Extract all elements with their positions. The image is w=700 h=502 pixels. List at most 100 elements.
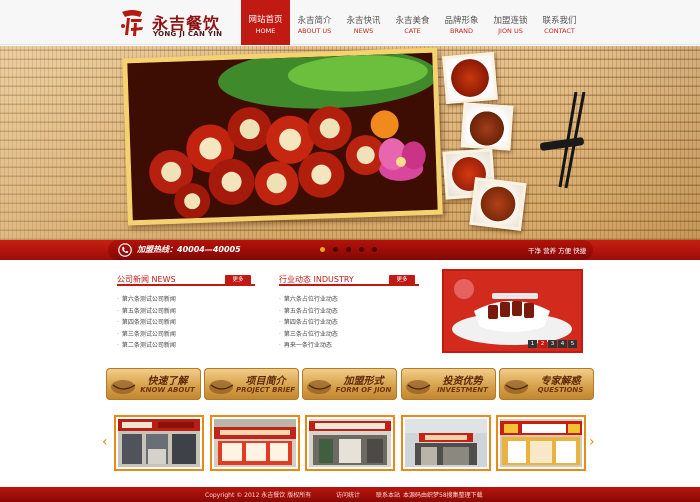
store-photo[interactable]	[496, 415, 586, 471]
feature-label-en: INVESTMENT	[437, 386, 488, 394]
slogan: 干净 营养 方便 快捷	[528, 247, 587, 255]
storefront-illustration	[214, 419, 296, 467]
hero-banner	[0, 46, 700, 240]
form-of-join-button[interactable]: 加盟形式 FORM OF JION	[302, 368, 397, 400]
banner-thumb	[442, 51, 498, 105]
thumb-image	[445, 55, 495, 101]
nav-item-about[interactable]: 永吉简介 ABOUT US	[290, 0, 339, 45]
investment-button[interactable]: 投资优势 INVESTMENT	[401, 368, 496, 400]
nav-item-contact[interactable]: 联系我们 CONTACT	[535, 0, 584, 45]
banner-thumb	[460, 102, 514, 151]
store-image	[500, 419, 582, 467]
news-more-button[interactable]: 更多	[225, 275, 251, 285]
page-3-button[interactable]: 3	[548, 340, 557, 348]
list-item[interactable]: · 第三条测试公司新闻	[117, 329, 176, 339]
nav-label: 永吉美食	[395, 16, 430, 26]
industry-more-button[interactable]: 更多	[389, 275, 415, 285]
slide-dot[interactable]	[320, 247, 325, 252]
bullet: ·	[279, 307, 281, 315]
phone-icon	[118, 243, 132, 257]
nav-item-cate[interactable]: 永吉美食 CATE	[388, 0, 437, 45]
storefront-illustration	[118, 419, 200, 467]
banner-main-photo	[122, 47, 443, 226]
header: 永吉餐饮 YONG JI CAN YIN 网站首页 HOME 永吉简介 ABOU…	[0, 0, 700, 45]
store-photo[interactable]	[401, 415, 491, 471]
news-list: · 第六条测试公司新闻 · 第五条测试公司新闻 · 第四条测试公司新闻 · 第三条测试公…	[117, 294, 255, 354]
list-item[interactable]: · 第二条测试公司新闻	[117, 340, 176, 350]
list-item[interactable]: · 第五条占位行业动态	[279, 306, 338, 316]
industry-item-text: 再来一条行业动态	[283, 342, 332, 349]
bullet: ·	[117, 342, 119, 349]
thumb-image	[463, 105, 511, 148]
promo-pagination: 1 2 3 4 5	[528, 340, 578, 348]
nav-item-brand[interactable]: 品牌形象 BRAND	[437, 0, 486, 45]
news-header: 公司新闻 NEWS 更多	[117, 274, 255, 286]
feature-label: 专家解惑	[540, 376, 581, 387]
bullet: ·	[279, 319, 281, 326]
page-4-button[interactable]: 4	[558, 340, 567, 348]
industry-item-text: 第六条占位行业动态	[283, 296, 338, 303]
slide-dot[interactable]	[346, 247, 351, 252]
list-item[interactable]: · 第四条占位行业动态	[279, 317, 338, 327]
feature-label-en: PROJECT BRIEF	[235, 386, 296, 394]
feature-label-en: QUESTIONS	[537, 386, 584, 394]
nav-item-home[interactable]: 网站首页 HOME	[241, 0, 290, 45]
list-item[interactable]: · 第五条测试公司新闻	[117, 306, 176, 316]
bullet: ·	[117, 296, 119, 303]
nav-item-join[interactable]: 加盟连锁 JION US	[486, 0, 535, 45]
nav-label: 永吉简介	[297, 16, 332, 26]
feature-label: 项目简介	[245, 376, 286, 387]
brand-name-en: YONG JI CAN YIN	[153, 30, 223, 38]
industry-item-text: 第三条占位行业动态	[283, 330, 338, 338]
news-item-text: 第五条测试公司新闻	[121, 307, 176, 315]
bullet: ·	[279, 296, 281, 303]
bullet: ·	[117, 330, 119, 338]
nav-label-en: HOME	[255, 27, 276, 35]
food-illustration	[127, 52, 438, 221]
nav-item-news[interactable]: 永吉快讯 NEWS	[339, 0, 388, 45]
slide-dot[interactable]	[333, 247, 338, 252]
store-photo[interactable]	[305, 415, 395, 471]
nav-label: 永吉快讯	[346, 16, 381, 26]
news-item-text: 第三条测试公司新闻	[121, 330, 176, 338]
feature-label: 投资优势	[442, 376, 483, 387]
industry-list: · 第六条占位行业动态 · 第五条占位行业动态 · 第四条占位行业动态 · 第三条占位行…	[279, 294, 419, 354]
list-item[interactable]: · 第六条占位行业动态	[279, 294, 338, 304]
list-item[interactable]: · 第四条测试公司新闻	[117, 317, 176, 327]
store-image	[118, 419, 200, 467]
source-text: 本源码由织梦58搜集整理下载	[403, 492, 483, 499]
gallery-prev-arrow-icon[interactable]: ‹	[102, 434, 108, 450]
footer-link-contact[interactable]: 联系本站	[376, 492, 400, 499]
slide-dot[interactable]	[372, 247, 377, 252]
news-item-text: 第二条测试公司新闻	[121, 342, 176, 349]
promo-slideshow[interactable]: 1 2 3 4 5	[442, 269, 583, 353]
hotline-text: 加盟热线：40004—40005	[137, 245, 241, 254]
logo[interactable]: 永吉餐饮 YONG JI CAN YIN	[118, 8, 258, 40]
nav-label-en: ABOUT US	[297, 27, 332, 35]
footer-link-stats[interactable]: 访问统计	[336, 492, 360, 499]
nav-label-en: CATE	[404, 27, 421, 35]
know-about-button[interactable]: 快速了解 KNOW ABOUT	[106, 368, 201, 400]
project-brief-button[interactable]: 项目简介 PROJECT BRIEF	[204, 368, 299, 400]
feature-label: 快速了解	[147, 376, 188, 387]
store-photo[interactable]	[210, 415, 300, 471]
page-2-button[interactable]: 2	[538, 340, 547, 348]
slide-dot[interactable]	[359, 247, 364, 252]
chopsticks-icon	[540, 92, 586, 189]
list-item[interactable]: · 第六条测试公司新闻	[117, 294, 176, 304]
thumb-image	[472, 180, 524, 228]
spoon-icon	[209, 380, 234, 394]
page-1-button[interactable]: 1	[528, 340, 537, 348]
gallery-next-arrow-icon[interactable]: ›	[589, 434, 595, 450]
spoon-icon	[504, 380, 529, 394]
questions-button[interactable]: 专家解惑 QUESTIONS	[499, 368, 594, 400]
list-item[interactable]: · 再来一条行业动态	[279, 340, 332, 350]
news-item-text: 第六条测试公司新闻	[121, 296, 176, 303]
news-title: 公司新闻 NEWS	[117, 275, 176, 284]
list-item[interactable]: · 第三条占位行业动态	[279, 329, 338, 339]
nav-label-en: BRAND	[449, 27, 474, 35]
store-photo[interactable]	[114, 415, 204, 471]
industry-item-text: 第五条占位行业动态	[283, 307, 338, 315]
footer: Copyright © 2012 永吉餐饮 版权所有 访问统计 联系本站 本源码…	[0, 487, 700, 502]
page-5-button[interactable]: 5	[568, 340, 577, 348]
